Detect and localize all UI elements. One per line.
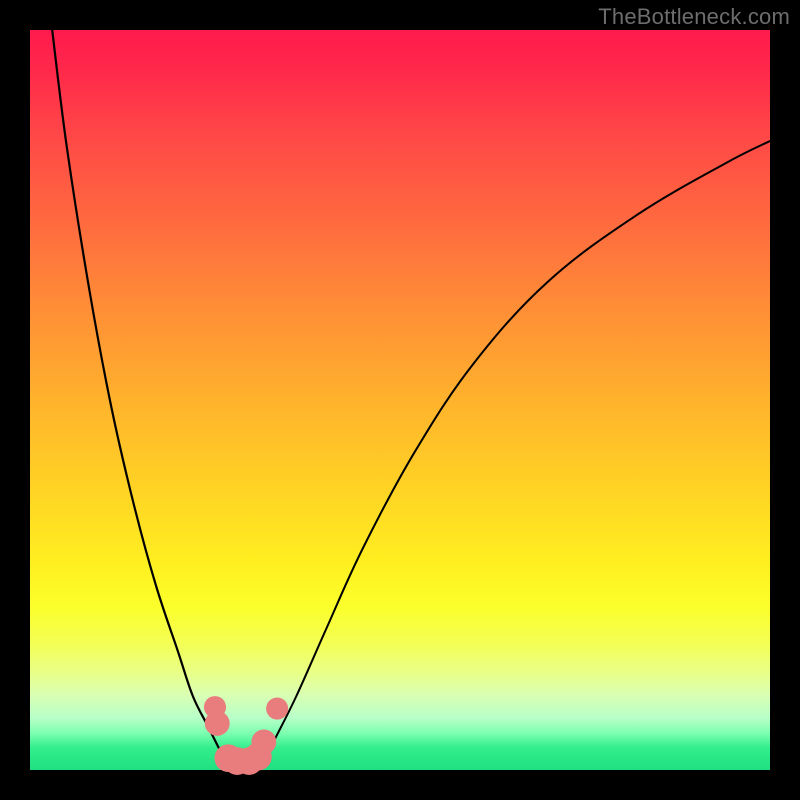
chart-marker <box>205 711 230 736</box>
watermark-text: TheBottleneck.com <box>598 4 790 30</box>
chart-svg <box>30 30 770 770</box>
curve-left-branch <box>52 30 230 770</box>
chart-marker <box>266 698 288 720</box>
chart-plot-area <box>30 30 770 770</box>
chart-frame: TheBottleneck.com <box>0 0 800 800</box>
chart-marker <box>251 729 276 754</box>
curve-right-branch <box>259 141 770 770</box>
